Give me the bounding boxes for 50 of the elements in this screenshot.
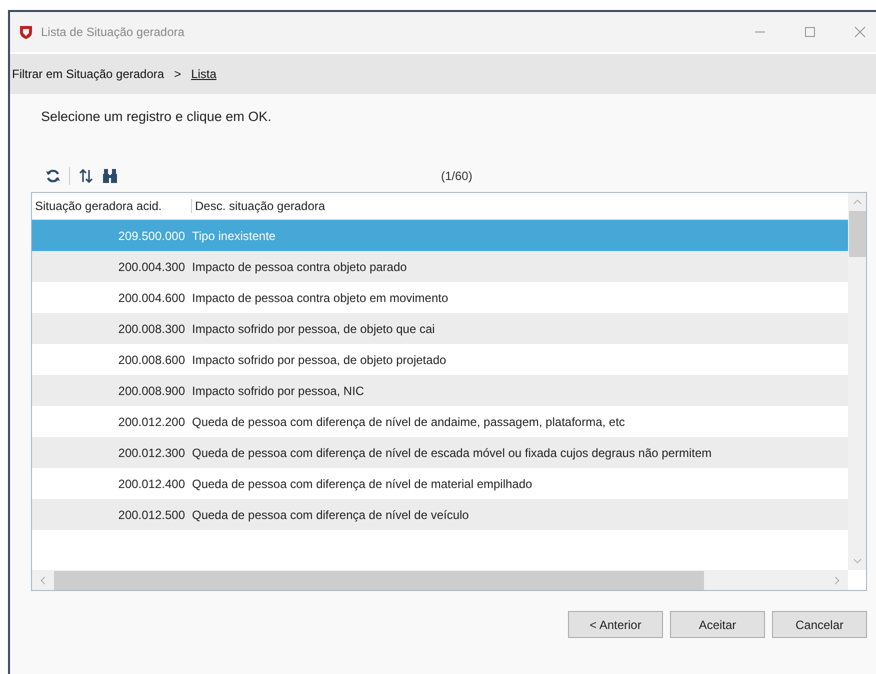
vertical-scrollbar[interactable] [848,193,866,570]
refresh-icon[interactable] [45,168,61,184]
window-title: Lista de Situação geradora [41,25,184,39]
sort-icon[interactable] [78,168,94,184]
table-row[interactable]: 200.012.300 Queda de pessoa com diferença de nível de escada móvel ou fixada cujos degraus não permitem [32,437,848,468]
table-cell-text: 200.008.900 [117,384,186,398]
scroll-down-icon[interactable] [852,558,862,564]
breadcrumb-separator: > [174,67,182,81]
table-cell: Impacto sofrido por pessoa, NIC [192,384,364,398]
close-icon[interactable] [854,26,866,38]
dialog-button[interactable]: < Anterior [568,611,663,638]
breadcrumb-link[interactable]: Filtrar em Situação geradora [12,67,164,81]
horizontal-scrollbar[interactable] [32,570,848,590]
table-row[interactable]: 200.008.300 Impacto sofrido por pessoa, de objeto que cai [32,313,848,344]
table-row[interactable]: 200.004.300 Impacto de pessoa contra objeto parado [32,251,848,282]
table-cell: Queda de pessoa com diferença de nível de veículo [192,508,469,522]
shield-icon [18,24,34,40]
scroll-left-icon[interactable] [40,576,46,584]
table-cell: Impacto sofrido por pessoa, de objeto que cai [192,322,435,336]
scroll-right-icon[interactable] [834,576,840,584]
breadcrumb-link[interactable]: Lista [191,67,216,81]
table-cell-text: 200.004.600 [117,290,186,304]
instruction-text: Selecione um registro e clique em OK. [41,109,272,126]
column-header[interactable]: Situação geradora acid. [32,199,192,213]
table-cell: Queda de pessoa com diferença de nível de escada móvel ou fixada cujos degraus não permitem [192,446,712,460]
scrollbar-thumb[interactable] [54,570,704,590]
table-cell-text: 200.008.600 [117,352,186,366]
table-row[interactable]: 200.008.900 Impacto sofrido por pessoa, NIC [32,375,848,406]
table-cell-text: 200.008.300 [117,322,186,336]
table-cell-text: 200.012.300 [117,446,186,460]
table-cell: Impacto sofrido por pessoa, de objeto projetado [192,352,446,366]
table-cell-text: 200.012.400 [117,476,186,490]
table-cell-text: 200.012.500 [117,508,186,522]
table-cell: Impacto de pessoa contra objeto em movimento [192,290,448,304]
dialog-button[interactable]: Cancelar [772,611,867,638]
column-header[interactable]: Desc. situação geradora [192,199,326,213]
table-cell-text: 200.012.200 [117,414,186,428]
scrollbar-thumb[interactable] [848,211,866,257]
table-cell: Tipo inexistente [192,228,276,242]
scroll-up-icon[interactable] [852,199,862,205]
table-cell-text: 209.500.000 [117,228,186,242]
table-cell: Queda de pessoa com diferença de nível de material empilhado [192,476,532,490]
binoculars-icon[interactable] [102,168,118,184]
table-cell-text: 200.004.300 [117,260,186,274]
table-cell: Queda de pessoa com diferença de nível de andaime, passagem, plataforma, etc [192,414,625,428]
table-cell: Impacto de pessoa contra objeto parado [192,260,407,274]
maximize-icon[interactable] [804,26,816,38]
dialog-button[interactable]: Aceitar [670,611,765,638]
record-count: (1/60) [441,169,472,183]
table-row[interactable]: 200.012.500 Queda de pessoa com diferença de nível de veículo [32,499,848,530]
